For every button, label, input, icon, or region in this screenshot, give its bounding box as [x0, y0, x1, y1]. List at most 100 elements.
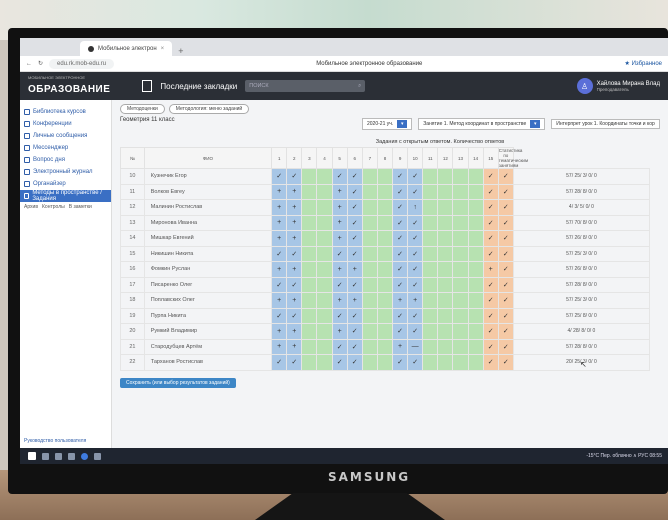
mark-cell[interactable]: +: [271, 214, 288, 231]
mark-cell[interactable]: [467, 199, 484, 216]
mark-cell[interactable]: [376, 214, 394, 231]
mark-cell[interactable]: [316, 338, 333, 355]
mark-cell[interactable]: ✓: [392, 245, 409, 262]
mark-cell[interactable]: [422, 338, 439, 355]
mark-cell[interactable]: ✓: [482, 276, 499, 293]
mark-cell[interactable]: +: [286, 199, 303, 216]
mark-cell[interactable]: [467, 183, 484, 200]
mark-cell[interactable]: [301, 199, 318, 216]
mark-cell[interactable]: ✓: [286, 354, 303, 371]
mark-cell[interactable]: [316, 199, 333, 216]
mark-cell[interactable]: ✓: [346, 354, 363, 371]
user-menu[interactable]: ♙ Хайлова Мирана Влад Преподаватель: [576, 78, 660, 94]
mark-cell[interactable]: [316, 292, 333, 309]
mark-cell[interactable]: +: [271, 199, 288, 216]
mark-cell[interactable]: [422, 245, 439, 262]
mark-cell[interactable]: [376, 292, 394, 309]
mark-cell[interactable]: ✓: [482, 199, 499, 216]
mark-cell[interactable]: [437, 214, 454, 231]
mark-cell[interactable]: [452, 230, 469, 247]
mark-cell[interactable]: [422, 354, 439, 371]
mark-cell[interactable]: +: [392, 338, 409, 355]
url-field[interactable]: edu.rk.mob-edu.ru: [49, 58, 115, 69]
mark-cell[interactable]: ✓: [482, 338, 499, 355]
back-icon[interactable]: ←: [26, 61, 32, 67]
mark-cell[interactable]: ✓: [392, 230, 409, 247]
mark-cell[interactable]: +: [286, 230, 303, 247]
mark-cell[interactable]: [301, 183, 318, 200]
mark-cell[interactable]: ✓: [271, 354, 288, 371]
mark-cell[interactable]: [301, 168, 318, 185]
mark-cell[interactable]: ✓: [497, 323, 514, 340]
search-input[interactable]: ПОИСК ⌕: [245, 80, 366, 92]
mark-cell[interactable]: ✓: [482, 245, 499, 262]
mark-cell[interactable]: [452, 354, 469, 371]
mark-cell[interactable]: ✓: [497, 292, 514, 309]
mark-cell[interactable]: ✓: [271, 307, 288, 324]
student-name[interactable]: Мишкар Евгений: [143, 230, 273, 247]
mark-cell[interactable]: [437, 292, 454, 309]
student-name[interactable]: Стародубцев Артём: [143, 338, 273, 355]
mark-cell[interactable]: [467, 276, 484, 293]
mark-cell[interactable]: ✓: [392, 261, 409, 278]
close-tab-icon[interactable]: ×: [161, 46, 165, 52]
mark-cell[interactable]: [452, 168, 469, 185]
mark-cell[interactable]: ✓: [482, 307, 499, 324]
mark-cell[interactable]: [452, 199, 469, 216]
mark-cell[interactable]: [467, 214, 484, 231]
mark-cell[interactable]: +: [346, 292, 363, 309]
mark-cell[interactable]: [437, 261, 454, 278]
mark-cell[interactable]: ✓: [407, 214, 424, 231]
mark-cell[interactable]: ✓: [407, 276, 424, 293]
mark-cell[interactable]: [452, 307, 469, 324]
app-logo[interactable]: МОБИЛЬНОЕ ЭЛЕКТРОННОЕ ОБРАЗОВАНИЕ: [28, 76, 110, 96]
mark-cell[interactable]: [316, 245, 333, 262]
mark-cell[interactable]: [437, 276, 454, 293]
mark-cell[interactable]: [437, 245, 454, 262]
mark-cell[interactable]: ✓: [331, 354, 348, 371]
avatar[interactable]: ♙: [576, 78, 593, 94]
mark-cell[interactable]: ✓: [497, 230, 514, 247]
mark-cell[interactable]: [437, 183, 454, 200]
mark-cell[interactable]: ✓: [407, 323, 424, 340]
mark-cell[interactable]: ✓: [482, 214, 499, 231]
subnav-link[interactable]: В заметки: [69, 204, 92, 210]
mark-cell[interactable]: ✓: [407, 183, 424, 200]
mark-cell[interactable]: ✓: [286, 307, 303, 324]
mark-cell[interactable]: ✓: [286, 276, 303, 293]
mark-cell[interactable]: [316, 261, 333, 278]
mark-cell[interactable]: ✓: [407, 230, 424, 247]
mark-cell[interactable]: ✓: [482, 323, 499, 340]
mark-cell[interactable]: ✓: [392, 307, 409, 324]
mark-cell[interactable]: ✓: [497, 245, 514, 262]
mark-cell[interactable]: [361, 261, 378, 278]
mark-cell[interactable]: [316, 307, 333, 324]
mark-cell[interactable]: [422, 307, 439, 324]
student-name[interactable]: Малинин Ростислав: [143, 199, 273, 216]
search-icon[interactable]: [42, 452, 49, 460]
mark-cell[interactable]: ✓: [497, 214, 514, 231]
student-name[interactable]: Никишин Никита: [143, 245, 273, 262]
mark-cell[interactable]: ✓: [346, 245, 363, 262]
mark-cell[interactable]: ✓: [346, 168, 363, 185]
mark-cell[interactable]: [301, 292, 318, 309]
mark-cell[interactable]: [376, 323, 394, 340]
mark-cell[interactable]: +: [286, 323, 303, 340]
mark-cell[interactable]: [452, 338, 469, 355]
mark-cell[interactable]: ✓: [331, 276, 348, 293]
mark-cell[interactable]: ✓: [497, 183, 514, 200]
mark-cell[interactable]: [301, 261, 318, 278]
mark-cell[interactable]: [361, 323, 378, 340]
mark-cell[interactable]: +: [331, 230, 348, 247]
mark-cell[interactable]: ✓: [331, 307, 348, 324]
mark-cell[interactable]: ✓: [346, 230, 363, 247]
mark-cell[interactable]: [437, 199, 454, 216]
mark-cell[interactable]: [452, 214, 469, 231]
mark-cell[interactable]: ✓: [392, 199, 409, 216]
mark-cell[interactable]: [361, 354, 378, 371]
mark-cell[interactable]: [301, 230, 318, 247]
mark-cell[interactable]: +: [286, 292, 303, 309]
mark-cell[interactable]: [452, 292, 469, 309]
mark-cell[interactable]: [376, 168, 394, 185]
mark-cell[interactable]: [422, 199, 439, 216]
